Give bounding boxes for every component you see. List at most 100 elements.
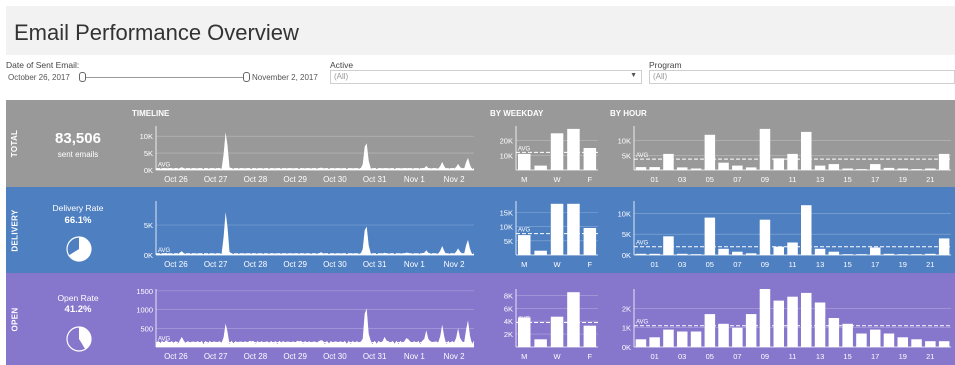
x-tick-label: 05: [706, 260, 714, 269]
total-sent-caption: sent emails: [57, 150, 99, 159]
date-start-handle[interactable]: [79, 72, 86, 82]
x-tick-label: W: [553, 175, 561, 184]
bar: [649, 337, 660, 347]
x-tick-label: 07: [733, 175, 741, 184]
x-tick-label: Nov 1: [404, 175, 425, 184]
delivery-timeline-chart: 5K 0K Oct 26 Oct 27 Oct 28 Oct 29 Oct 30 Oct 31…: [144, 201, 474, 269]
bar: [828, 318, 840, 347]
x-tick-label: W: [553, 352, 561, 361]
bar: [842, 254, 853, 255]
x-tick-label: 15: [843, 260, 851, 269]
x-tick-label: M: [521, 175, 527, 184]
bar: [787, 242, 798, 255]
delivery-weekday-chart: 15K 10K 5K M W F AVG: [500, 201, 598, 269]
y-tick-label: 10K: [618, 137, 631, 146]
x-tick-label: 17: [871, 352, 879, 361]
x-tick-label: 17: [871, 175, 879, 184]
bar: [883, 253, 895, 255]
bar: [773, 246, 784, 255]
y-tick-label: 15K: [500, 208, 513, 217]
bar: [583, 228, 597, 255]
x-tick-label: Nov 2: [444, 352, 465, 361]
total-weekday-chart: 20K 10K M W F AVG: [500, 126, 598, 184]
bar: [635, 253, 647, 255]
y-tick-label: 20K: [500, 137, 513, 146]
bar: [897, 337, 908, 347]
bar: [897, 254, 908, 255]
bar: [745, 314, 757, 347]
date-range-slider-track[interactable]: [82, 77, 248, 78]
bar: [704, 134, 716, 170]
x-tick-label: M: [521, 260, 527, 269]
y-tick-label: 10K: [618, 209, 631, 218]
y-tick-label: 5K: [504, 237, 513, 246]
x-tick-label: 03: [678, 175, 686, 184]
avg-label: AVG: [158, 248, 171, 254]
open-timeline-chart: 1500 1000 500 Oct 26 Oct 27 Oct 28 Oct 29 Oct 3…: [136, 287, 474, 361]
bar: [745, 167, 757, 170]
bar: [583, 325, 597, 347]
x-tick-label: 21: [926, 352, 934, 361]
bar: [518, 235, 531, 255]
date-end-handle[interactable]: [243, 72, 250, 82]
total-row: TOTAL TIMELINE BY WEEKDAY BY HOUR 83,506…: [6, 100, 955, 187]
x-tick-label: 05: [706, 352, 714, 361]
avg-label: AVG: [636, 320, 649, 326]
bar: [732, 251, 743, 255]
y-tick-label: 2K: [504, 330, 513, 339]
bar: [732, 165, 743, 170]
x-tick-label: F: [588, 260, 593, 269]
avg-label: AVG: [518, 228, 531, 234]
bar: [925, 168, 936, 170]
total-hour-chart: 10K 5K 01 03 05 07 09 11 13 15 17 19 21 AVG: [618, 126, 951, 184]
bar: [663, 329, 674, 347]
x-tick-label: 05: [706, 175, 714, 184]
title-bar: Email Performance Overview: [6, 6, 955, 55]
x-tick-label: 11: [789, 352, 797, 361]
bar: [828, 251, 840, 255]
active-dropdown-value: (All): [334, 72, 349, 81]
x-tick-label: M: [521, 352, 527, 361]
bar: [583, 148, 597, 170]
bar: [814, 302, 826, 347]
bar: [925, 341, 936, 347]
bar: [842, 168, 853, 170]
delivery-row: DELIVERY Delivery Rate 66.1% 5K 0K Oct 26 O…: [6, 187, 955, 273]
bar: [897, 168, 908, 170]
bar: [925, 253, 936, 255]
bar: [518, 153, 531, 170]
y-tick-label: 5K: [144, 221, 153, 230]
date-end-label: November 2, 2017: [252, 73, 318, 82]
bar: [856, 333, 867, 347]
x-tick-label: Oct 28: [244, 352, 268, 361]
y-tick-label: 0K: [144, 251, 153, 260]
y-tick-label: 0K: [144, 166, 153, 175]
row-label-total: TOTAL: [10, 129, 20, 158]
bar: [938, 153, 950, 170]
y-tick-label: 1500: [136, 287, 153, 296]
program-dropdown[interactable]: (All): [649, 70, 955, 84]
x-tick-label: Oct 31: [363, 352, 387, 361]
active-dropdown[interactable]: (All) ▼: [330, 70, 642, 84]
bar: [690, 331, 702, 347]
bar: [663, 236, 674, 255]
bar: [828, 164, 840, 170]
program-filter-label: Program: [649, 60, 682, 70]
x-tick-label: Oct 26: [164, 260, 188, 269]
open-hour-chart: 2K 1K 0K 01 03 05 07 09 11 13 15 17 19 21 AVG: [622, 289, 951, 361]
x-tick-label: 09: [761, 260, 769, 269]
bar: [856, 169, 867, 170]
bar: [649, 253, 660, 255]
x-tick-label: Nov 1: [404, 260, 425, 269]
bar: [911, 339, 922, 347]
x-tick-label: 13: [816, 175, 824, 184]
bar: [732, 327, 743, 347]
bar: [567, 128, 580, 170]
bar: [814, 248, 826, 255]
x-tick-label: Nov 1: [404, 352, 425, 361]
x-tick-label: Oct 30: [323, 352, 347, 361]
bar: [567, 203, 580, 255]
bar: [787, 153, 798, 170]
delivery-rate-pie: [66, 236, 92, 262]
bar: [773, 158, 784, 170]
